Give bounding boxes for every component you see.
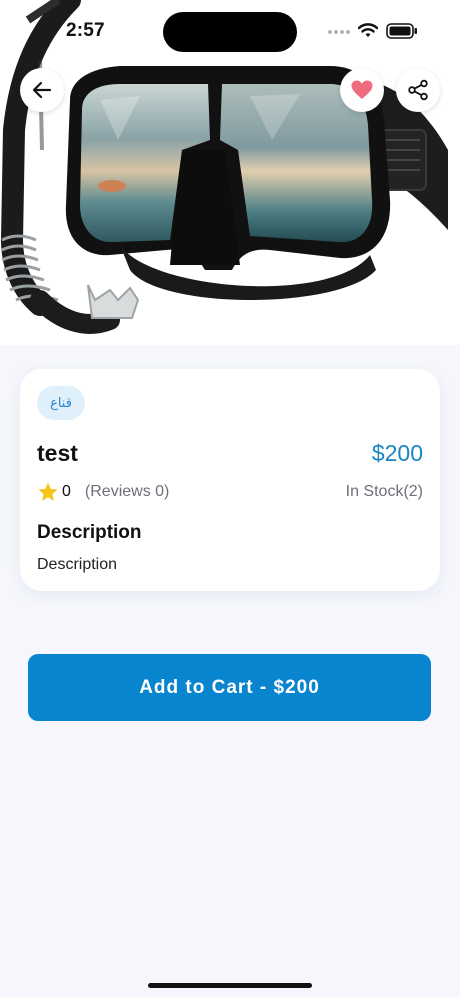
reviews-count[interactable]: (Reviews 0) <box>85 483 169 501</box>
description-heading: Description <box>37 522 142 543</box>
star-icon <box>38 482 58 501</box>
status-time: 2:57 <box>66 20 105 41</box>
heart-icon <box>351 80 373 99</box>
arrow-left-icon <box>32 81 52 99</box>
share-button[interactable] <box>396 68 440 112</box>
product-name: test <box>37 440 78 466</box>
product-price: $200 <box>371 440 423 466</box>
stock-status: In Stock(2) <box>345 483 423 500</box>
battery-icon <box>386 23 417 39</box>
signal-dots-icon <box>328 30 350 34</box>
home-indicator[interactable] <box>148 983 312 988</box>
rating-value: 0 <box>62 483 71 500</box>
category-chip[interactable]: قناع <box>37 386 85 420</box>
share-icon <box>408 79 428 101</box>
rating-row: 0 (Reviews 0) <box>37 481 169 503</box>
description-text: Description <box>37 556 118 573</box>
back-button[interactable] <box>20 68 64 112</box>
wifi-icon <box>358 23 378 37</box>
favorite-button[interactable] <box>340 68 384 112</box>
add-to-cart-button[interactable]: Add to Cart - $200 <box>28 654 431 721</box>
product-info-card: قناع test $200 0 (Reviews 0) In Stock(2)… <box>20 369 440 591</box>
dynamic-island <box>163 12 297 52</box>
